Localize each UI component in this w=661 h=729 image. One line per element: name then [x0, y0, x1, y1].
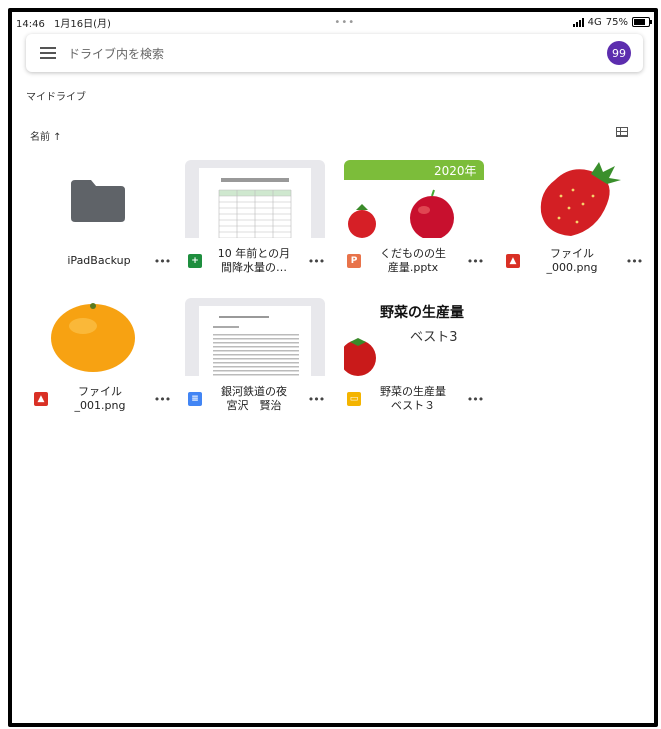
file-name: くだものの生 産量.pptx [380, 247, 446, 274]
file-name: iPadBackup [67, 254, 131, 267]
signal-icon [572, 17, 584, 27]
file-thumbnail [503, 160, 643, 238]
tomato-image [344, 338, 376, 376]
search-input[interactable]: ドライブ内を検索 [68, 45, 607, 62]
powerpoint-icon: P [347, 254, 361, 268]
status-date: 1月16日(月) [54, 18, 111, 30]
status-bar: 14:46 1月16日(月) ••• 4G 75% [16, 12, 652, 32]
sort-button[interactable]: 名前 ↑ [30, 128, 62, 143]
file-card-image-001[interactable]: ▲ ファイル _001.png ••• [26, 298, 176, 416]
presentation-preview: 2020年 [344, 160, 484, 238]
file-name: ファイル _001.png [74, 385, 126, 412]
file-name: 野菜の生産量 ベスト３ [380, 385, 446, 412]
network-label: 4G [587, 16, 602, 28]
multitask-dots[interactable]: ••• [334, 17, 355, 28]
folder-icon [71, 180, 125, 222]
section-title: マイドライブ [26, 92, 86, 103]
battery-icon [632, 17, 652, 27]
file-card-ipadbackup[interactable]: iPadBackup ••• [26, 160, 176, 278]
file-name: ファイル _000.png [546, 247, 598, 274]
more-options-button[interactable]: ••• [152, 255, 172, 268]
avatar[interactable]: 99 [607, 41, 631, 65]
file-card-pptx[interactable]: 2020年 P くだものの生 産量.pptx ••• [339, 160, 489, 278]
document-preview [213, 316, 299, 376]
file-card-image-000[interactable]: ▲ ファイル _000.png ••• [498, 160, 648, 278]
strawberry-image [540, 162, 621, 236]
more-options-button[interactable]: ••• [152, 393, 172, 406]
more-options-button[interactable]: ••• [465, 255, 485, 268]
file-card-doc[interactable]: ≡ 銀河鉄道の夜 宮沢 賢治 ••• [180, 298, 330, 416]
spreadsheet-icon: + [188, 254, 202, 268]
file-card-sheet[interactable]: + 10 年前との月 間降水量の… ••• [180, 160, 330, 278]
thumb-subtitle: ベスト3 [410, 330, 458, 345]
orange-image [51, 303, 135, 372]
file-thumbnail [185, 298, 325, 376]
file-thumbnail [185, 160, 325, 238]
more-options-button[interactable]: ••• [624, 255, 644, 268]
file-thumbnail: 2020年 [344, 160, 484, 238]
more-options-button[interactable]: ••• [306, 255, 326, 268]
search-bar[interactable]: ドライブ内を検索 99 [26, 34, 643, 72]
list-view-icon[interactable] [616, 127, 628, 137]
device-frame: 14:46 1月16日(月) ••• 4G 75% ドライブ内を検索 99 マイ… [8, 8, 658, 727]
thumb-title: 野菜の生産量 [380, 305, 464, 321]
status-time: 14:46 [16, 18, 45, 30]
battery-percent: 75% [605, 16, 628, 28]
image-file-icon: ▲ [506, 254, 520, 268]
file-name: 銀河鉄道の夜 宮沢 賢治 [221, 385, 287, 412]
spreadsheet-preview [218, 178, 292, 238]
file-thumbnail [31, 298, 171, 376]
document-icon: ≡ [188, 392, 202, 406]
more-options-button[interactable]: ••• [465, 393, 485, 406]
file-name: 10 年前との月 間降水量の… [217, 247, 291, 274]
file-thumbnail [31, 160, 171, 238]
menu-icon[interactable] [40, 47, 56, 59]
thumb-title: 2020年 [434, 164, 477, 178]
more-options-button[interactable]: ••• [306, 393, 326, 406]
slides-icon: ▭ [347, 392, 361, 406]
file-thumbnail: 野菜の生産量 ベスト3 [344, 298, 484, 376]
image-file-icon: ▲ [34, 392, 48, 406]
file-card-slides[interactable]: 野菜の生産量 ベスト3 ▭ 野菜の生産量 ベスト３ ••• [339, 298, 489, 416]
